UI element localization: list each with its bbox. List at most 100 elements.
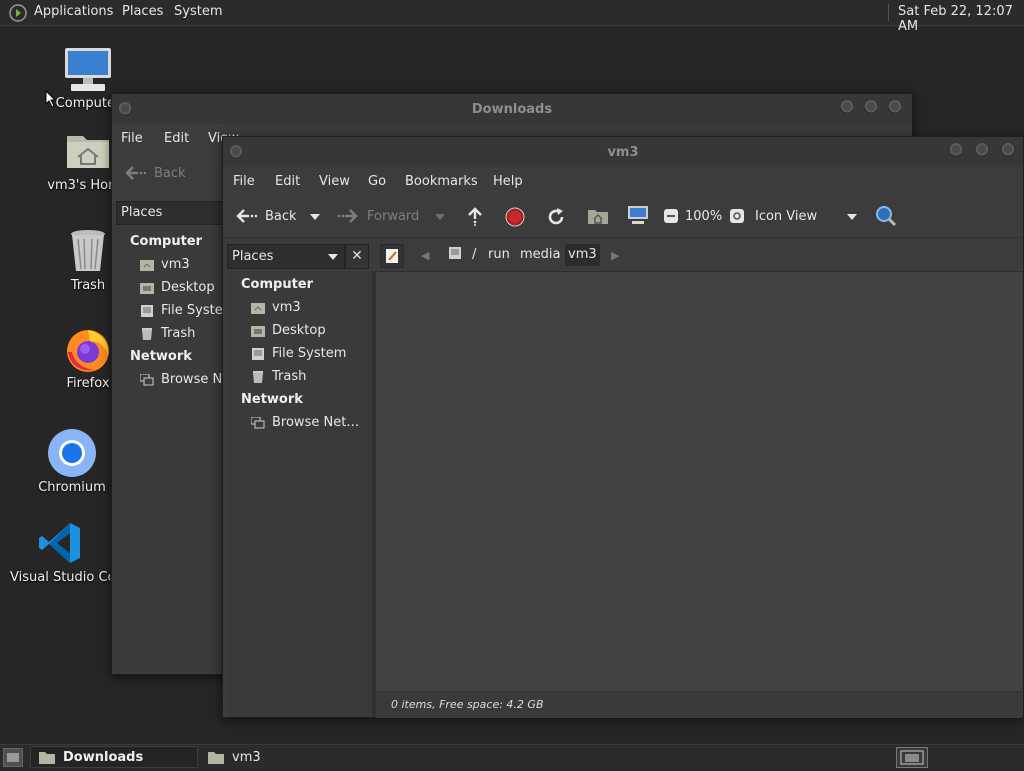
sidebar-item-trash[interactable]: Trash — [140, 326, 195, 341]
zoom-control[interactable]: 100% — [663, 208, 722, 224]
zoom-out-icon[interactable] — [663, 208, 679, 224]
sidebar: Computer vm3 Desktop File System Trash N… — [112, 226, 267, 673]
desktop-icon-vscode[interactable]: Visual Studio Code — [10, 520, 110, 585]
network-icon — [251, 416, 265, 428]
maximize-button[interactable] — [864, 100, 878, 114]
maximize-button[interactable] — [975, 143, 989, 157]
window-titlebar[interactable]: Downloads — [112, 94, 912, 124]
sidebar-item-vm3[interactable]: vm3 — [251, 300, 301, 315]
close-button[interactable] — [888, 100, 902, 114]
computer-icon — [65, 48, 111, 91]
home-folder-icon[interactable] — [587, 207, 609, 225]
filesystem-icon — [141, 304, 153, 317]
applications-menu[interactable]: Applications — [34, 4, 113, 19]
back-history-dropdown[interactable] — [310, 214, 320, 220]
places-dropdown[interactable]: Places — [227, 244, 345, 269]
desktop-folder-icon — [251, 325, 265, 337]
file-view[interactable] — [376, 271, 1022, 692]
taskbar-item-label: vm3 — [232, 749, 261, 765]
computer-icon[interactable] — [627, 205, 649, 225]
view-mode-dropdown[interactable] — [847, 214, 857, 220]
breadcrumb-segment-run[interactable]: run — [485, 244, 513, 266]
menu-bookmarks[interactable]: Bookmarks — [405, 174, 478, 189]
forward-history-dropdown[interactable] — [435, 214, 445, 220]
desktop-icon-chromium[interactable]: Chromium — [24, 428, 120, 495]
firefox-icon — [67, 330, 109, 372]
toolbar: Back Forward 100% Icon View — [223, 199, 1023, 235]
sidebar-item-trash[interactable]: Trash — [251, 369, 306, 384]
sidebar-item-label: File System — [272, 346, 347, 361]
taskbar-item-downloads[interactable]: Downloads — [30, 746, 198, 768]
menu-file[interactable]: File — [233, 174, 255, 189]
top-panel: Applications Places System Sat Feb 22, 1… — [0, 0, 1024, 34]
back-label: Back — [154, 165, 186, 181]
menu-edit[interactable]: Edit — [275, 174, 300, 189]
status-text: 0 items, Free space: 4.2 GB — [391, 698, 544, 711]
sidebar-heading-network: Network — [241, 392, 303, 407]
close-sidebar-button[interactable]: ✕ — [345, 244, 369, 269]
filesystem-icon — [252, 347, 264, 360]
breadcrumb-segment-root[interactable]: / — [469, 244, 479, 266]
taskbar-item-vm3[interactable]: vm3 — [200, 746, 368, 768]
breadcrumb-scroll-right[interactable]: ▶ — [611, 249, 619, 262]
forward-button[interactable]: Forward — [337, 208, 419, 224]
view-mode-selector[interactable]: Icon View — [729, 208, 817, 224]
home-folder-icon — [67, 136, 109, 168]
sidebar-item-filesystem[interactable]: File System — [251, 346, 346, 361]
up-arrow-icon[interactable] — [465, 206, 485, 226]
forward-arrow-icon — [337, 209, 358, 223]
menu-edit[interactable]: Edit — [164, 131, 189, 146]
sidebar: Computer vm3 Desktop File System Trash N… — [227, 271, 372, 717]
location-toggle-button[interactable] — [380, 244, 404, 268]
search-icon[interactable] — [875, 205, 897, 227]
sidebar-item-vm3[interactable]: vm3 — [140, 257, 190, 272]
trash-icon — [253, 370, 263, 383]
chromium-icon — [48, 429, 96, 477]
sidebar-item-desktop[interactable]: Desktop — [251, 323, 326, 338]
zoom-level: 100% — [685, 208, 723, 224]
window-title: Downloads — [471, 102, 553, 117]
edit-location-icon — [386, 249, 398, 263]
places-dropdown[interactable]: Places — [116, 201, 223, 225]
window-title: vm3 — [607, 145, 639, 160]
sidebar-item-desktop[interactable]: Desktop — [140, 280, 215, 295]
clock[interactable]: Sat Feb 22, 12:07 AM — [898, 4, 1024, 34]
minimize-button[interactable] — [840, 100, 854, 114]
reload-icon[interactable] — [546, 207, 566, 227]
sidebar-heading-computer: Computer — [130, 234, 203, 249]
menu-view[interactable]: View — [319, 174, 350, 189]
close-button[interactable] — [1001, 143, 1015, 157]
breadcrumb-segment-vm3[interactable]: vm3 — [565, 244, 600, 266]
menubar: File Edit View — [112, 131, 239, 151]
mouse-pointer-icon — [45, 90, 57, 108]
window-titlebar[interactable]: vm3 — [223, 137, 1023, 167]
sidebar-item-browse-network[interactable]: Browse Net… — [251, 415, 359, 430]
breadcrumb-scroll-left[interactable]: ◀ — [421, 249, 429, 262]
menu-logo-icon[interactable] — [8, 3, 28, 23]
location-bar: Places ✕ ◀ / run media vm3 ▶ — [223, 237, 1023, 272]
breadcrumb-segment-media[interactable]: media — [517, 244, 564, 266]
sidebar-heading-computer: Computer — [241, 277, 314, 292]
folder-icon — [208, 751, 224, 764]
show-desktop-button[interactable] — [3, 748, 23, 767]
places-menu[interactable]: Places — [122, 4, 163, 19]
taskbar-item-label: Downloads — [63, 749, 144, 765]
menu-file[interactable]: File — [121, 131, 143, 146]
zoom-reset-icon[interactable] — [729, 208, 745, 224]
stop-icon[interactable] — [505, 207, 525, 227]
workspace-switcher[interactable] — [896, 747, 928, 768]
system-menu[interactable]: System — [174, 4, 222, 19]
back-button[interactable]: Back — [235, 208, 297, 224]
back-button[interactable]: Back — [124, 165, 186, 181]
menu-help[interactable]: Help — [493, 174, 523, 189]
menu-go[interactable]: Go — [368, 174, 386, 189]
breadcrumb-root[interactable] — [445, 244, 465, 266]
places-label: Places — [121, 205, 163, 220]
minimize-button[interactable] — [949, 143, 963, 157]
back-arrow-icon — [236, 209, 257, 223]
breadcrumb: / run media vm3 — [441, 244, 881, 266]
panel-separator — [888, 4, 889, 21]
folder-icon — [39, 751, 55, 764]
vm3-window[interactable]: vm3 File Edit View Go Bookmarks Help Bac… — [222, 136, 1024, 718]
home-folder-icon — [140, 259, 154, 271]
